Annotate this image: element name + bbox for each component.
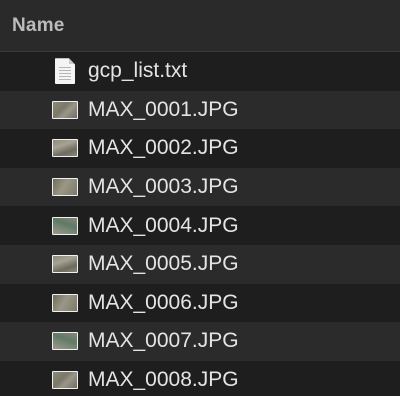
image-file-icon (52, 332, 78, 351)
image-file-icon (52, 255, 78, 274)
image-file-icon (52, 293, 78, 312)
name-column-header[interactable]: Name (12, 15, 65, 37)
image-file-icon (52, 371, 78, 390)
file-name: gcp_list.txt (88, 59, 188, 83)
file-row[interactable]: MAX_0002.JPG (0, 129, 400, 168)
file-name: MAX_0002.JPG (88, 136, 239, 160)
file-row[interactable]: MAX_0001.JPG (0, 90, 400, 130)
image-file-icon (52, 100, 78, 119)
file-name: MAX_0001.JPG (88, 97, 239, 121)
file-list: gcp_list.txt MAX_0001.JPG MAX_0002.JPG M… (0, 52, 400, 396)
file-name: MAX_0008.JPG (88, 368, 239, 392)
file-name: MAX_0007.JPG (88, 329, 239, 353)
file-row[interactable]: MAX_0003.JPG (0, 167, 400, 207)
file-name: MAX_0003.JPG (88, 175, 239, 199)
file-name: MAX_0005.JPG (88, 252, 239, 276)
file-row[interactable]: MAX_0007.JPG (0, 322, 400, 361)
file-row[interactable]: MAX_0005.JPG (0, 244, 400, 284)
image-file-icon (52, 139, 78, 158)
file-row[interactable]: MAX_0006.JPG (0, 283, 400, 323)
column-header[interactable]: Name (0, 0, 400, 52)
file-name: MAX_0006.JPG (88, 290, 239, 314)
file-name: MAX_0004.JPG (88, 213, 239, 237)
file-row[interactable]: gcp_list.txt (0, 52, 400, 91)
file-row[interactable]: MAX_0004.JPG (0, 206, 400, 245)
image-file-icon (52, 216, 78, 235)
text-file-icon (52, 58, 78, 85)
finder-list-view: Name gcp_list.txt MAX_0001.JPG MAX_0002.… (0, 0, 400, 396)
image-file-icon (52, 178, 78, 197)
file-row[interactable]: MAX_0008.JPG (0, 360, 400, 396)
